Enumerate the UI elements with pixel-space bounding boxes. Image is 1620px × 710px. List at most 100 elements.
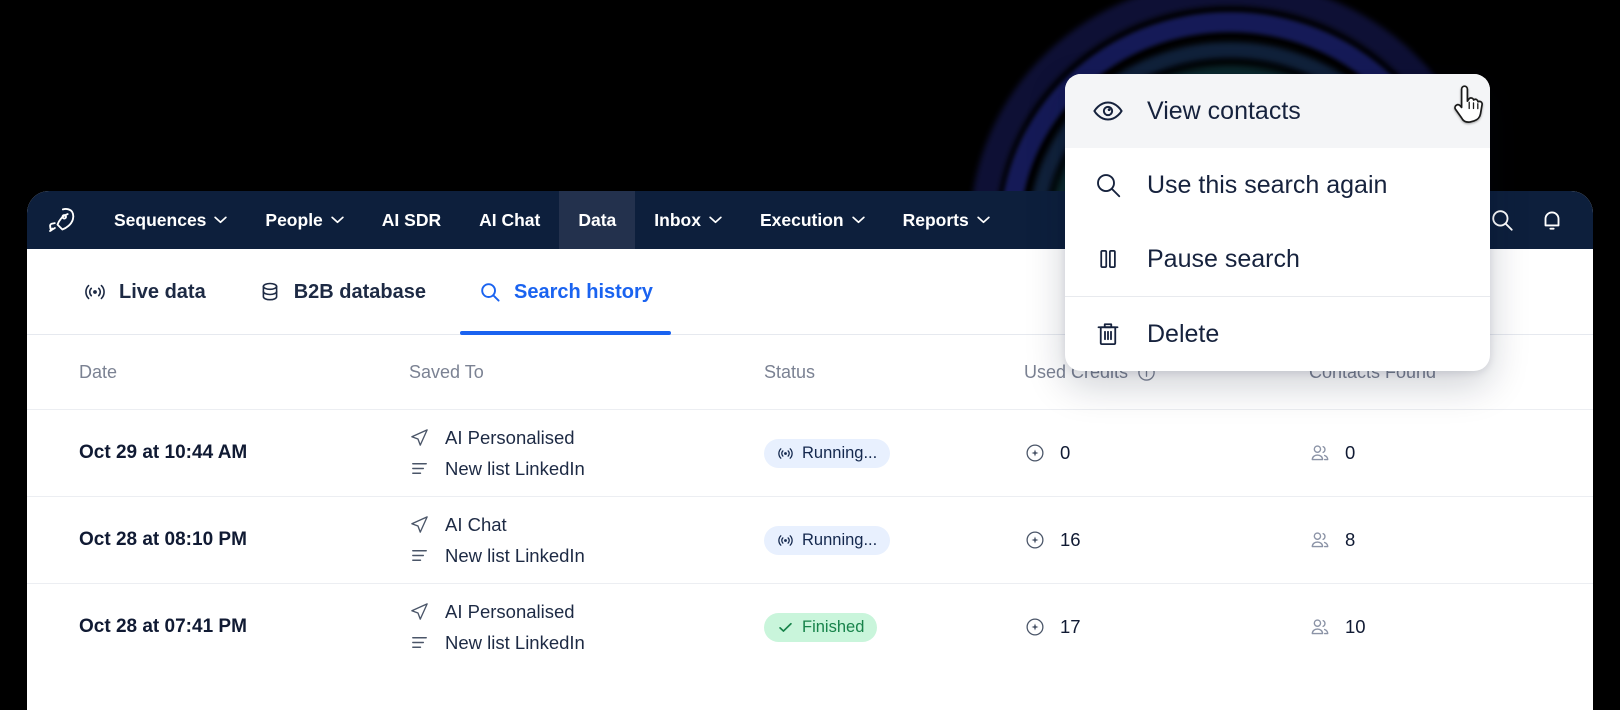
column-header-status: Status bbox=[764, 361, 816, 382]
cell-saved-to: AI Chat New list LinkedIn bbox=[409, 514, 764, 567]
nav-label: Reports bbox=[902, 209, 969, 230]
send-icon bbox=[409, 514, 430, 535]
tab-label: B2B database bbox=[293, 280, 426, 303]
saved-to-entry: AI Personalised bbox=[409, 427, 764, 449]
rocket-icon bbox=[46, 205, 76, 235]
tab-label: Live data bbox=[119, 280, 206, 303]
search-icon bbox=[1091, 170, 1125, 200]
cell-saved-to: AI Personalised New list LinkedIn bbox=[409, 427, 764, 480]
nav-item-ai-sdr[interactable]: AI SDR bbox=[363, 191, 460, 249]
chevron-down-icon bbox=[709, 216, 722, 224]
tab-b2b-database[interactable]: B2B database bbox=[254, 249, 430, 335]
search-history-table: Date Saved To Status Used Credits Contac… bbox=[27, 335, 1593, 670]
nav-item-ai-chat[interactable]: AI Chat bbox=[460, 191, 559, 249]
credits-value: 16 bbox=[1060, 529, 1081, 550]
contacts-icon bbox=[1309, 529, 1331, 551]
column-header-date: Date bbox=[79, 361, 118, 382]
menu-item-pause-search[interactable]: Pause search bbox=[1065, 222, 1490, 296]
chevron-down-icon bbox=[977, 216, 990, 224]
nav-item-people[interactable]: People bbox=[246, 191, 362, 249]
cell-saved-to: AI Personalised New list LinkedIn bbox=[409, 601, 764, 654]
saved-to-entry: New list LinkedIn bbox=[409, 545, 764, 567]
database-icon bbox=[258, 280, 282, 304]
search-icon bbox=[1489, 207, 1515, 233]
menu-item-label: Use this search again bbox=[1147, 170, 1388, 199]
list-icon bbox=[409, 458, 430, 479]
cell-contacts-found: 10 bbox=[1309, 616, 1549, 638]
eye-icon bbox=[1091, 95, 1125, 127]
cell-used-credits: 16 bbox=[1024, 529, 1309, 551]
tab-search-history[interactable]: Search history bbox=[459, 249, 671, 335]
chevron-down-icon bbox=[214, 216, 228, 224]
nav-item-data[interactable]: Data bbox=[559, 191, 636, 249]
contacts-icon bbox=[1309, 442, 1331, 464]
broadcast-icon bbox=[83, 280, 107, 304]
nav-label: People bbox=[265, 209, 323, 230]
credits-value: 0 bbox=[1060, 442, 1071, 463]
credits-value: 17 bbox=[1060, 616, 1081, 637]
broadcast-icon bbox=[777, 445, 794, 462]
cell-status: Running... bbox=[764, 525, 1024, 555]
send-icon bbox=[409, 427, 430, 448]
saved-to-entry: New list LinkedIn bbox=[409, 458, 764, 480]
nav-label: AI Chat bbox=[479, 209, 541, 230]
tab-live-data[interactable]: Live data bbox=[79, 249, 210, 335]
credit-icon bbox=[1024, 529, 1046, 551]
column-header-saved-to: Saved To bbox=[409, 361, 484, 382]
status-badge: Running... bbox=[764, 525, 891, 555]
pause-icon bbox=[1091, 245, 1125, 273]
trash-icon bbox=[1091, 319, 1125, 349]
credit-icon bbox=[1024, 442, 1046, 464]
saved-to-label: New list LinkedIn bbox=[445, 544, 585, 566]
chevron-down-icon bbox=[331, 216, 344, 224]
broadcast-icon bbox=[777, 532, 794, 549]
nav-label: Execution bbox=[759, 209, 844, 230]
menu-item-use-this-search-again[interactable]: Use this search again bbox=[1065, 148, 1490, 222]
list-icon bbox=[409, 632, 430, 653]
nav-label: Sequences bbox=[114, 209, 207, 230]
row-context-menu: View contacts Use this search again Paus… bbox=[1065, 74, 1490, 371]
send-icon bbox=[409, 601, 430, 622]
nav-item-execution[interactable]: Execution bbox=[741, 191, 884, 249]
contacts-value: 8 bbox=[1345, 529, 1356, 550]
chevron-down-icon bbox=[851, 216, 865, 224]
contacts-icon bbox=[1309, 616, 1331, 638]
nav-item-sequences[interactable]: Sequences bbox=[95, 191, 246, 249]
list-icon bbox=[409, 545, 430, 566]
cell-status: Finished bbox=[764, 612, 1024, 642]
cell-contacts-found: 0 bbox=[1309, 442, 1549, 464]
menu-item-view-contacts[interactable]: View contacts bbox=[1065, 74, 1490, 148]
cell-used-credits: 17 bbox=[1024, 616, 1309, 638]
nav-item-reports[interactable]: Reports bbox=[884, 191, 1009, 249]
menu-item-label: Pause search bbox=[1147, 244, 1300, 273]
status-badge: Running... bbox=[764, 438, 891, 468]
credit-icon bbox=[1024, 616, 1046, 638]
saved-to-label: New list LinkedIn bbox=[445, 631, 585, 653]
table-row[interactable]: Oct 29 at 10:44 AM AI Personalised New l… bbox=[27, 409, 1593, 496]
cell-date: Oct 28 at 08:10 PM bbox=[79, 529, 247, 550]
saved-to-entry: AI Personalised bbox=[409, 601, 764, 623]
saved-to-entry: AI Chat bbox=[409, 514, 764, 536]
saved-to-label: AI Personalised bbox=[445, 426, 575, 448]
status-badge: Finished bbox=[764, 612, 878, 642]
menu-item-label: Delete bbox=[1147, 319, 1220, 348]
menu-item-delete[interactable]: Delete bbox=[1065, 297, 1490, 371]
contacts-value: 10 bbox=[1345, 616, 1366, 637]
nav-right-actions bbox=[1479, 191, 1593, 249]
saved-to-entry: New list LinkedIn bbox=[409, 632, 764, 654]
table-row[interactable]: Oct 28 at 08:10 PM AI Chat New list Link… bbox=[27, 496, 1593, 583]
nav-notifications-button[interactable] bbox=[1529, 191, 1575, 249]
saved-to-label: AI Chat bbox=[445, 513, 507, 535]
contacts-value: 0 bbox=[1345, 442, 1356, 463]
check-icon bbox=[777, 619, 794, 636]
app-logo[interactable] bbox=[27, 191, 95, 249]
search-icon bbox=[478, 280, 502, 304]
nav-label: Inbox bbox=[654, 209, 701, 230]
cell-contacts-found: 8 bbox=[1309, 529, 1549, 551]
cell-date: Oct 29 at 10:44 AM bbox=[79, 442, 248, 463]
menu-item-label: View contacts bbox=[1147, 96, 1301, 125]
table-row[interactable]: Oct 28 at 07:41 PM AI Personalised New l… bbox=[27, 583, 1593, 670]
cell-used-credits: 0 bbox=[1024, 442, 1309, 464]
nav-item-inbox[interactable]: Inbox bbox=[635, 191, 741, 249]
nav-label: AI SDR bbox=[381, 209, 442, 230]
